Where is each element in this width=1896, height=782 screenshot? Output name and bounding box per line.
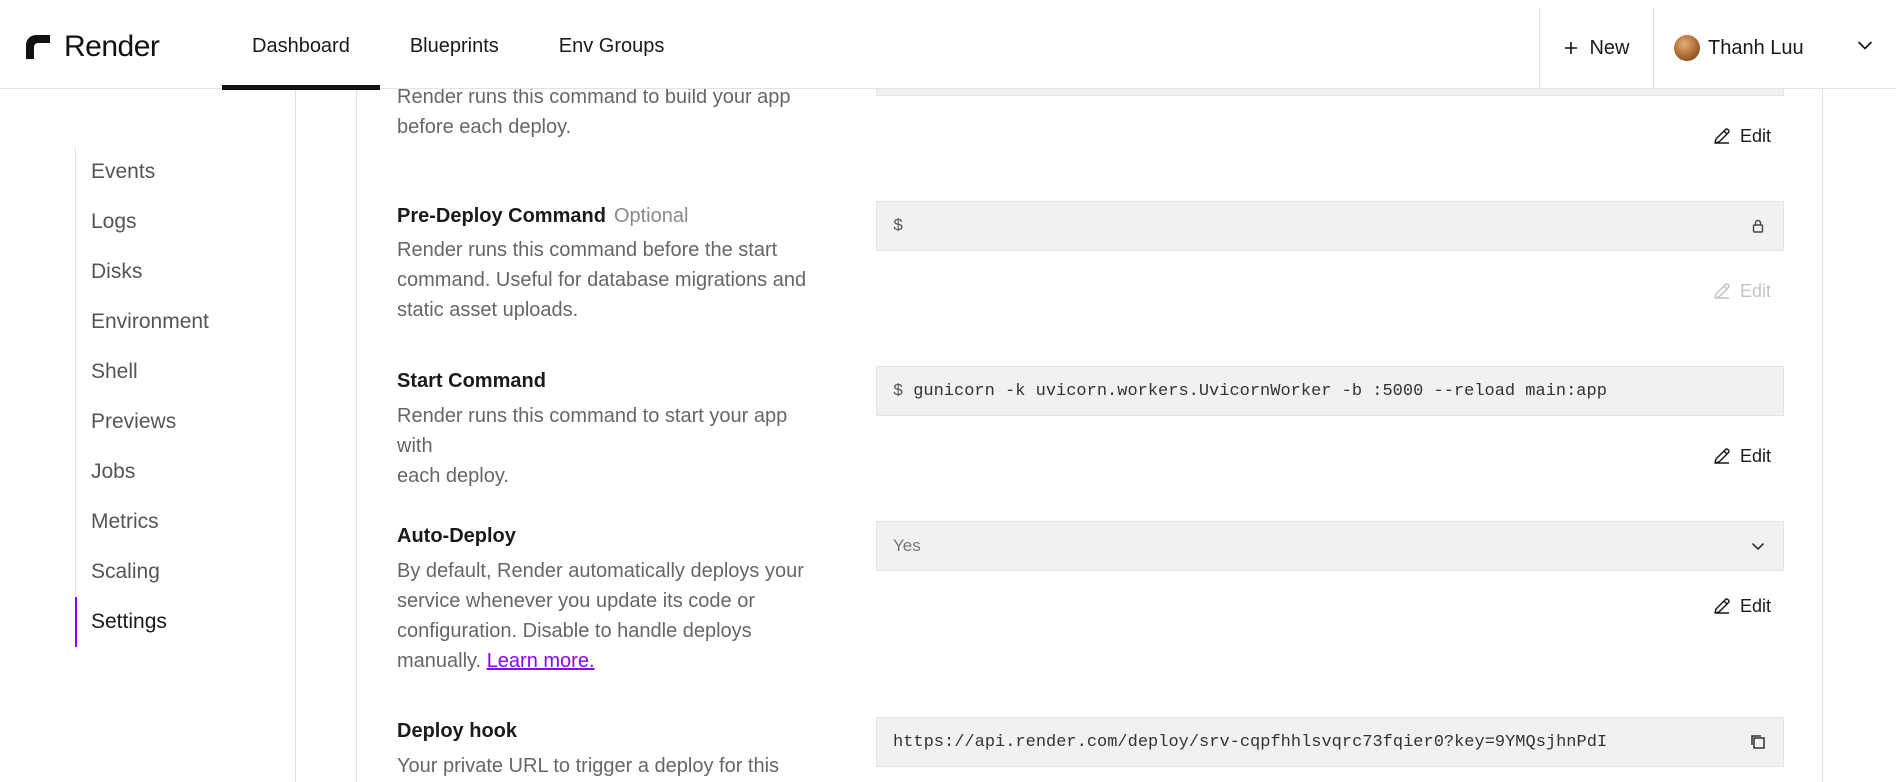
auto-deploy-edit-button[interactable]: Edit: [1712, 593, 1771, 619]
user-name: Thanh Luu: [1708, 36, 1804, 59]
auto-deploy-desc-text: manually.: [397, 650, 482, 672]
optional-tag: Optional: [613, 205, 689, 227]
render-logo-icon: [26, 35, 50, 59]
new-button[interactable]: New: [1539, 7, 1653, 89]
build-desc-line-2: before each deploy.: [397, 116, 572, 138]
learn-more-link[interactable]: Learn more.: [487, 650, 595, 672]
new-button-label: New: [1589, 36, 1630, 59]
shell-prompt: $: [893, 381, 904, 401]
plus-icon: [1565, 42, 1578, 54]
sidebar-item-previews[interactable]: Previews: [76, 397, 209, 447]
pre-deploy-section: Pre-Deploy Command Optional Render runs t…: [397, 202, 817, 325]
start-command-field[interactable]: $ gunicorn -k uvicorn.workers.UvicornWor…: [876, 366, 1784, 416]
auto-deploy-section: Auto-Deploy By default, Render automatic…: [397, 522, 817, 676]
lock-icon: [1747, 215, 1769, 237]
sidebar-item-disks[interactable]: Disks: [76, 247, 209, 297]
edit-label: Edit: [1740, 445, 1772, 466]
start-command-edit-button[interactable]: Edit: [1712, 443, 1771, 469]
auto-deploy-select[interactable]: Yes: [876, 521, 1784, 571]
pre-deploy-command-field[interactable]: $: [876, 201, 1784, 251]
edit-label: Edit: [1740, 125, 1772, 146]
main-area: Events Logs Disks Environment Shell Prev…: [0, 0, 1896, 782]
build-command-edit-button[interactable]: Edit: [1712, 123, 1771, 149]
deploy-hook-description: Your private URL to trigger a deploy for…: [397, 755, 780, 777]
deploy-hook-section: Deploy hook Your private URL to trigger …: [397, 717, 817, 781]
pre-deploy-label: Pre-Deploy Command Optional: [397, 202, 817, 230]
auto-deploy-desc-line-2: service whenever you update its code or: [397, 590, 755, 612]
start-command-description: Render runs this command to start your a…: [397, 401, 817, 491]
start-desc-line-2: each deploy.: [397, 465, 509, 487]
render-logo[interactable]: Render: [24, 30, 160, 64]
nav-env-groups[interactable]: Env Groups: [529, 0, 695, 89]
edit-label: Edit: [1740, 595, 1772, 616]
sidebar-item-settings[interactable]: Settings: [75, 597, 209, 647]
start-desc-line-1: Render runs this command to start your a…: [397, 405, 788, 457]
chevron-down-icon: [1747, 535, 1769, 557]
shell-prompt: $: [893, 216, 904, 236]
build-command-description: Render runs this command to build your a…: [397, 82, 817, 142]
nav-blueprints[interactable]: Blueprints: [380, 0, 529, 89]
sidebar-item-jobs[interactable]: Jobs: [76, 447, 209, 497]
service-nav: Events Logs Disks Environment Shell Prev…: [75, 147, 209, 647]
deploy-hook-label: Deploy hook: [397, 720, 518, 742]
edit-label: Edit: [1740, 280, 1772, 301]
pencil-icon: [1714, 283, 1730, 299]
auto-deploy-desc-line-1: By default, Render automatically deploys…: [397, 560, 804, 582]
sidebar-item-logs[interactable]: Logs: [76, 197, 209, 247]
auto-deploy-selected-value: Yes: [893, 536, 921, 555]
sidebar-item-events[interactable]: Events: [76, 147, 209, 197]
deploy-hook-url-field[interactable]: https://api.render.com/deploy/srv-cqpfhh…: [876, 717, 1784, 767]
copy-icon[interactable]: [1747, 731, 1769, 753]
pre-deploy-description: Render runs this command before the star…: [397, 235, 817, 325]
start-command-value: gunicorn -k uvicorn.workers.UvicornWorke…: [913, 381, 1607, 401]
sidebar-item-environment[interactable]: Environment: [76, 297, 209, 347]
auto-deploy-desc-line-4: manually. Learn more.: [397, 646, 817, 676]
brand-name: Render: [64, 30, 160, 63]
sidebar-item-metrics[interactable]: Metrics: [76, 497, 209, 547]
deploy-hook-url: https://api.render.com/deploy/srv-cqpfhh…: [893, 732, 1608, 752]
settings-content: Render runs this command to build your a…: [356, 0, 1823, 782]
pre-deploy-desc-line-2: command. Useful for database migrations …: [397, 269, 807, 291]
pencil-icon: [1714, 598, 1730, 614]
auto-deploy-desc-line-3: configuration. Disable to handle deploys: [397, 620, 752, 642]
sidebar-item-shell[interactable]: Shell: [76, 347, 209, 397]
avatar: [1674, 35, 1700, 61]
start-command-label: Start Command: [397, 370, 546, 392]
pencil-icon: [1714, 128, 1730, 144]
pre-deploy-edit-button[interactable]: Edit: [1712, 278, 1771, 304]
settings-sidebar: Events Logs Disks Environment Shell Prev…: [0, 89, 296, 782]
start-command-section: Start Command Render runs this command t…: [397, 367, 817, 491]
pre-deploy-title: Pre-Deploy Command: [397, 205, 606, 227]
pre-deploy-desc-line-1: Render runs this command before the star…: [397, 239, 778, 261]
auto-deploy-label: Auto-Deploy: [397, 525, 516, 547]
sidebar-item-scaling[interactable]: Scaling: [76, 547, 209, 597]
auto-deploy-description: By default, Render automatically deploys…: [397, 556, 817, 676]
pre-deploy-desc-line-3: static asset uploads.: [397, 299, 579, 321]
main-nav: Dashboard Blueprints Env Groups: [222, 0, 695, 90]
pencil-icon: [1714, 448, 1730, 464]
user-menu-button[interactable]: Thanh Luu: [1653, 7, 1896, 89]
nav-dashboard[interactable]: Dashboard: [222, 0, 380, 90]
header-actions: New Thanh Luu: [1539, 7, 1896, 89]
top-header: Render Dashboard Blueprints Env Groups N…: [0, 0, 1896, 90]
build-command-section: Render runs this command to build your a…: [397, 82, 817, 142]
chevron-down-icon: [1856, 36, 1874, 60]
